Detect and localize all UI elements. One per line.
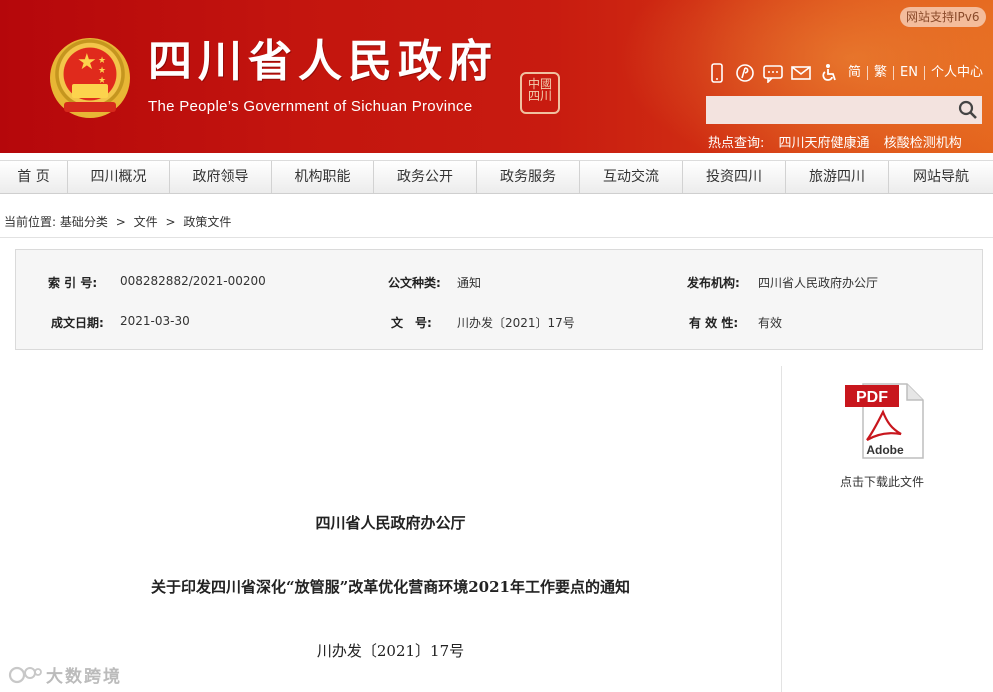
watermark-text: 大数跨境: [46, 667, 122, 687]
sidebar-divider: [781, 366, 782, 692]
mobile-icon[interactable]: [706, 62, 728, 84]
adobe-label: Adobe: [866, 443, 904, 457]
nav-sichuan-overview[interactable]: 四川概况: [68, 161, 170, 193]
nav-government-leaders[interactable]: 政府领导: [170, 161, 272, 193]
search-icon: [958, 100, 977, 119]
breadcrumb-basic-category[interactable]: 基础分类: [60, 215, 108, 229]
personal-center-link[interactable]: 个人中心: [923, 66, 989, 80]
nav-site-navigation[interactable]: 网站导航: [889, 161, 993, 193]
breadcrumb-policy-documents[interactable]: 政策文件: [183, 215, 231, 229]
document-type-value: 通知: [457, 276, 482, 290]
mail-icon[interactable]: [790, 62, 812, 84]
written-date-value: 2021-03-30: [120, 314, 190, 328]
traditional-chinese-link[interactable]: 繁: [867, 66, 893, 80]
hot-label: 热点查询:: [708, 136, 765, 151]
english-link[interactable]: EN: [893, 66, 924, 80]
header-banner: ★ ★ ★ ★ 四川省人民政府 The People’s Government of…: [0, 0, 993, 153]
search-button[interactable]: [954, 96, 982, 124]
divider: [0, 237, 993, 238]
simplified-chinese-link[interactable]: 简: [846, 66, 867, 80]
chat-icon[interactable]: [762, 62, 784, 84]
validity-value: 有效: [758, 316, 783, 330]
document-issuing-org: 四川省人民政府办公厅: [315, 514, 466, 532]
site-title: 四川省人民政府: [148, 36, 498, 87]
header-toolbar: 简 繁 EN 个人中心: [706, 60, 989, 86]
ipv6-badge: 网站支持IPv6: [900, 7, 986, 27]
hot-search: 热点查询: 四川天府健康通 核酸检测机构: [708, 132, 972, 151]
document-title: 关于印发四川省深化“放管服”改革优化营商环境2021年工作要点的通知: [150, 578, 630, 596]
watermark-logo-icon: [8, 666, 42, 683]
site-subtitle: The People’s Government of Sichuan Provi…: [148, 98, 473, 115]
nav-travel-sichuan[interactable]: 旅游四川: [786, 161, 889, 193]
breadcrumb-label: 当前位置:: [4, 215, 57, 229]
watermark: 大数跨境: [8, 662, 122, 687]
index-number-label: 索 引 号:: [48, 276, 98, 290]
validity-label: 有 效 性:: [689, 316, 739, 330]
download-file-link[interactable]: 点击下载此文件: [840, 473, 924, 490]
nav-government-affairs-open[interactable]: 政务公开: [374, 161, 477, 193]
breadcrumb: 当前位置: 基础分类 > 文件 > 政策文件: [4, 213, 231, 230]
index-number-value: 008282882/2021-00200: [120, 274, 266, 288]
nav-invest-sichuan[interactable]: 投资四川: [683, 161, 786, 193]
document-number-value: 川办发〔2021〕17号: [457, 316, 575, 330]
hot-link-health-code[interactable]: 四川天府健康通: [779, 136, 870, 151]
hot-link-testing-agency[interactable]: 核酸检测机构: [884, 136, 962, 151]
document-number-label: 文 号:: [391, 316, 432, 330]
nav-government-services[interactable]: 政务服务: [477, 161, 580, 193]
nav-interaction[interactable]: 互动交流: [580, 161, 683, 193]
issuer-value: 四川省人民政府办公厅: [758, 276, 879, 290]
document-type-label: 公文种类:: [388, 276, 441, 290]
breadcrumb-separator: >: [115, 215, 126, 229]
nav-home[interactable]: 首 页: [0, 161, 68, 193]
pdf-download-icon[interactable]: PDF Adobe: [843, 380, 925, 460]
issuer-label: 发布机构:: [687, 276, 740, 290]
main-nav: 首 页 四川概况 政府领导 机构职能 政务公开 政务服务 互动交流 投资四川 旅…: [0, 160, 993, 194]
document-metadata-panel: 索 引 号: 008282882/2021-00200 公文种类: 通知 发布机…: [15, 249, 983, 350]
pdf-label: PDF: [856, 389, 888, 406]
breadcrumb-documents[interactable]: 文件: [134, 215, 158, 229]
nav-agency-functions[interactable]: 机构职能: [272, 161, 374, 193]
document-number: 川办发〔2021〕17号: [316, 642, 465, 660]
national-emblem-icon: ★ ★ ★ ★: [50, 38, 130, 118]
written-date-label: 成文日期:: [51, 316, 104, 330]
weibo-icon[interactable]: [734, 62, 756, 84]
search-input[interactable]: [706, 96, 954, 124]
accessibility-icon[interactable]: [818, 62, 840, 84]
seal-logo: 中國 四川: [520, 72, 560, 114]
breadcrumb-separator: >: [165, 215, 176, 229]
